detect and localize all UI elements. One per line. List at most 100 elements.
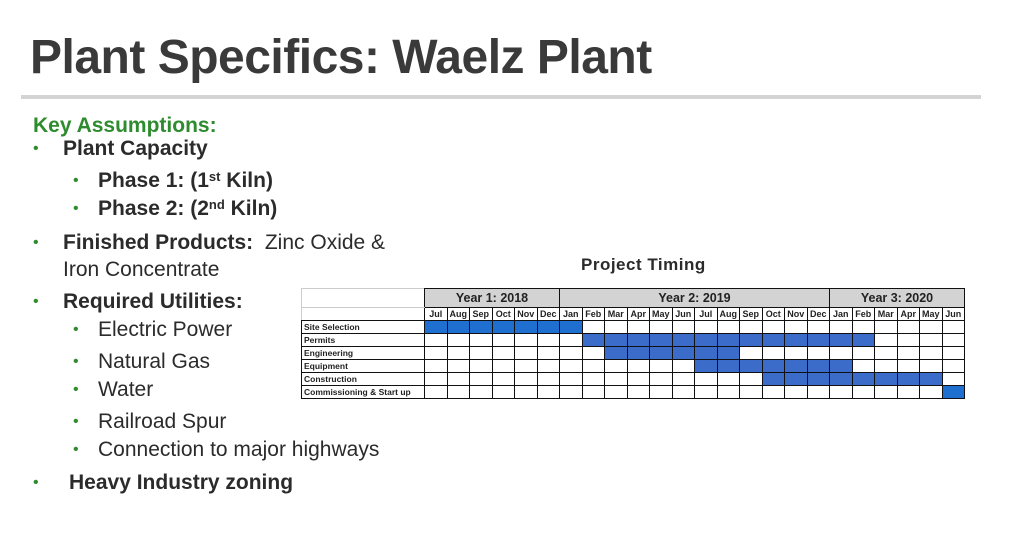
gantt-empty-cell	[671, 359, 695, 373]
gantt-bar-cell	[784, 372, 808, 386]
gantt-empty-cell	[626, 320, 650, 334]
gantt-bar-cell	[491, 320, 515, 334]
gantt-empty-cell	[536, 372, 560, 386]
gantt-empty-cell	[716, 320, 740, 334]
utility-item: Railroad Spur	[98, 410, 227, 433]
gantt-empty-cell	[581, 372, 605, 386]
gantt-month-row: Jul Aug Sep Oct Nov Dec Jan Feb Mar Apr May Jun Jul A…	[301, 307, 965, 321]
gantt-bar-cell	[559, 320, 583, 334]
gantt-task-row: Construction	[301, 372, 965, 386]
gantt-bar-cell	[784, 333, 808, 347]
gantt-empty-cell	[469, 346, 493, 360]
gantt-bar-cell	[604, 333, 628, 347]
gantt-empty-cell	[514, 372, 538, 386]
gantt-month-header: Aug	[716, 307, 740, 321]
phase2-mid: : (2	[177, 197, 209, 220]
utility-item: Natural Gas	[98, 350, 211, 373]
gantt-month-header: Nov	[784, 307, 808, 321]
bullet-icon: •	[33, 293, 39, 310]
gantt-corner-cell	[301, 307, 425, 321]
gantt-empty-cell	[424, 372, 448, 386]
gantt-task-label: Permits	[301, 333, 425, 347]
bullet-icon: •	[73, 200, 79, 217]
gantt-month-header: Sep	[739, 307, 763, 321]
gantt-month-header: Jul	[694, 307, 718, 321]
gantt-empty-cell	[694, 385, 718, 399]
gantt-empty-cell	[469, 359, 493, 373]
gantt-empty-cell	[626, 359, 650, 373]
gantt-empty-cell	[784, 320, 808, 334]
gantt-empty-cell	[896, 320, 920, 334]
gantt-empty-cell	[491, 333, 515, 347]
gantt-bar-cell	[694, 359, 718, 373]
gantt-task-label: Construction	[301, 372, 425, 386]
gantt-empty-cell	[626, 385, 650, 399]
gantt-empty-cell	[919, 320, 943, 334]
gantt-bar-cell	[851, 372, 875, 386]
gantt-task-label: Engineering	[301, 346, 425, 360]
gantt-bar-cell	[784, 359, 808, 373]
gantt-month-header: Sep	[469, 307, 493, 321]
gantt-empty-cell	[536, 385, 560, 399]
gantt-empty-cell	[829, 385, 853, 399]
gantt-bar-cell	[626, 346, 650, 360]
bullet-icon: •	[33, 474, 39, 491]
gantt-bar-cell	[581, 333, 605, 347]
gantt-empty-cell	[536, 333, 560, 347]
gantt-empty-cell	[559, 385, 583, 399]
bullet-icon: •	[33, 234, 39, 251]
gantt-empty-cell	[469, 372, 493, 386]
gantt-empty-cell	[941, 346, 965, 360]
bullet-icon: •	[73, 321, 79, 338]
gantt-empty-cell	[581, 346, 605, 360]
project-timing-gantt: Year 1: 2018 Year 2: 2019 Year 3: 2020 Jul A…	[301, 288, 965, 399]
gantt-empty-cell	[514, 346, 538, 360]
bullet-icon: •	[73, 413, 79, 430]
gantt-empty-cell	[851, 320, 875, 334]
bullet-icon: •	[73, 441, 79, 458]
gantt-bar-cell	[514, 320, 538, 334]
gantt-bar-cell	[806, 372, 830, 386]
gantt-empty-cell	[649, 385, 673, 399]
gantt-bar-cell	[649, 346, 673, 360]
gantt-task-label: Equipment	[301, 359, 425, 373]
finished-products-value: Zinc Oxide &	[253, 231, 386, 254]
gantt-empty-cell	[941, 372, 965, 386]
gantt-empty-cell	[604, 359, 628, 373]
bullet-icon: •	[73, 172, 79, 189]
gantt-empty-cell	[896, 359, 920, 373]
gantt-month-header: Feb	[581, 307, 605, 321]
gantt-empty-cell	[514, 385, 538, 399]
gantt-empty-cell	[829, 346, 853, 360]
gantt-empty-cell	[874, 359, 898, 373]
gantt-month-header: Feb	[851, 307, 875, 321]
gantt-empty-cell	[739, 372, 763, 386]
gantt-empty-cell	[896, 346, 920, 360]
gantt-bar-cell	[941, 385, 965, 399]
gantt-empty-cell	[446, 333, 470, 347]
plant-capacity-item: Plant Capacity	[63, 137, 208, 160]
phase1-sup: st	[208, 169, 221, 184]
gantt-empty-cell	[581, 359, 605, 373]
gantt-bar-cell	[716, 346, 740, 360]
gantt-empty-cell	[491, 346, 515, 360]
gantt-empty-cell	[469, 333, 493, 347]
gantt-empty-cell	[896, 385, 920, 399]
gantt-bar-cell	[761, 359, 785, 373]
gantt-empty-cell	[446, 359, 470, 373]
gantt-bar-cell	[806, 333, 830, 347]
gantt-empty-cell	[671, 385, 695, 399]
gantt-empty-cell	[851, 359, 875, 373]
gantt-bar-cell	[806, 359, 830, 373]
phase2-item: Phase 2: (2nd Kiln)	[98, 197, 277, 221]
gantt-month-header: Oct	[491, 307, 515, 321]
gantt-empty-cell	[806, 320, 830, 334]
gantt-empty-cell	[604, 385, 628, 399]
gantt-empty-cell	[941, 333, 965, 347]
gantt-bar-cell	[649, 333, 673, 347]
gantt-empty-cell	[604, 320, 628, 334]
gantt-year-header: Year 1: 2018	[424, 288, 560, 308]
utility-item: Connection to major highways	[98, 438, 380, 461]
gantt-empty-cell	[491, 359, 515, 373]
gantt-empty-cell	[919, 359, 943, 373]
